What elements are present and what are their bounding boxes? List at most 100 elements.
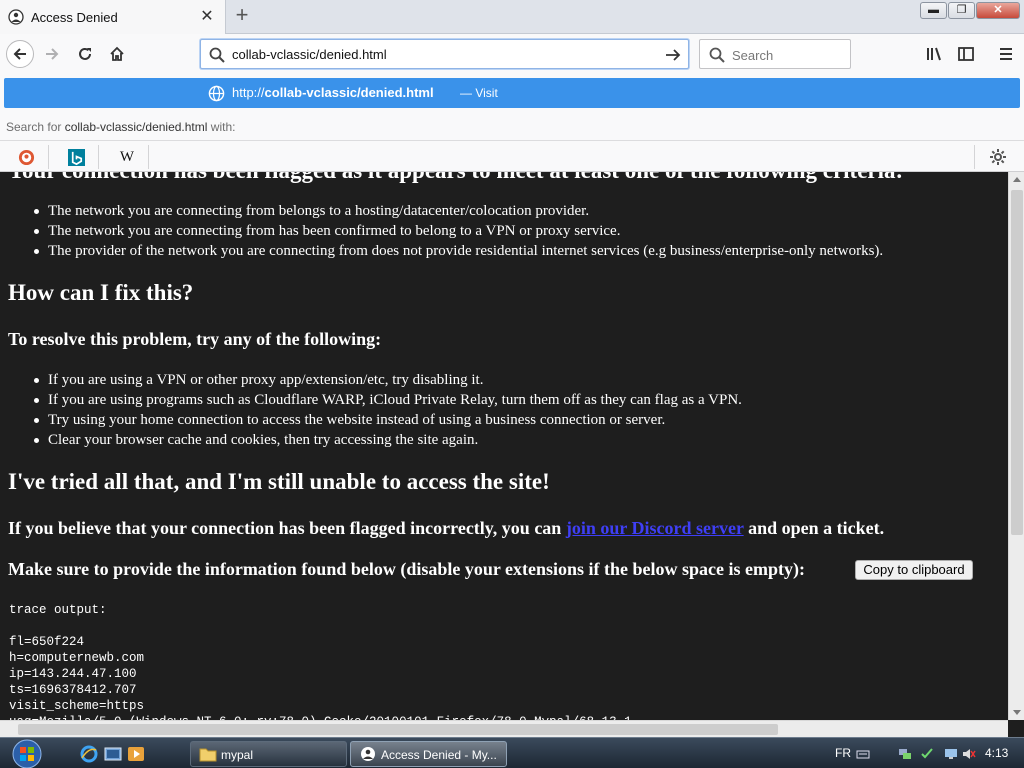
tab-access-denied[interactable]: Access Denied ✕: [0, 0, 226, 34]
tried-heading: I've tried all that, and I'm still unabl…: [8, 469, 550, 494]
minimize-button[interactable]: ▬: [920, 2, 947, 19]
taskbar-item-mypal-folder[interactable]: mypal: [190, 741, 347, 767]
browser-app-icon: [361, 747, 375, 761]
search-for-suffix: with:: [210, 120, 236, 134]
provide-info-text: Make sure to provide the information fou…: [8, 559, 806, 579]
list-item: If you are using a VPN or other proxy ap…: [34, 371, 742, 391]
volume-muted-icon[interactable]: [962, 747, 976, 761]
media-player-icon[interactable]: [127, 745, 145, 763]
windows-taskbar: mypal Access Denied - My... FR 4:13: [0, 737, 1024, 768]
duckduckgo-icon: [18, 149, 34, 165]
fixes-list: If you are using a VPN or other proxy ap…: [34, 371, 742, 451]
visit-label: Visit: [475, 86, 498, 100]
forward-button[interactable]: [38, 40, 66, 68]
maximize-button[interactable]: ❐: [948, 2, 975, 19]
list-item: The provider of the network you are conn…: [33, 242, 883, 262]
gear-icon: [990, 149, 1006, 165]
search-settings-button[interactable]: [988, 147, 1008, 167]
flagged-text-before: If you believe that your connection has …: [8, 518, 566, 538]
search-icon: [709, 47, 725, 63]
new-tab-button[interactable]: +: [230, 4, 254, 28]
suggestion-url: http://collab-vclassic/denied.html: [232, 85, 434, 100]
url-bar[interactable]: collab-vclassic/denied.html: [200, 39, 689, 69]
task-label: Access Denied - My...: [381, 748, 497, 762]
hamburger-menu-icon: [1000, 48, 1012, 60]
engine-divider: [98, 145, 99, 169]
criteria-heading: Your connection has been flagged as it a…: [8, 172, 903, 184]
search-for-label: Search for: [6, 120, 62, 134]
tab-strip: Access Denied ✕ + ▬ ❐ ✕: [0, 0, 1024, 34]
suggestion-url-host: collab-vclassic/denied.html: [264, 85, 434, 100]
flagged-paragraph: If you believe that your connection has …: [8, 518, 884, 539]
language-indicator[interactable]: FR: [835, 746, 851, 760]
scroll-up-arrow-icon[interactable]: [1013, 177, 1021, 182]
folder-icon: [199, 748, 217, 762]
reload-icon: [79, 47, 91, 60]
window-controls: ▬ ❐ ✕: [919, 2, 1020, 20]
home-icon: [110, 46, 124, 61]
windows-start-orb-icon[interactable]: [8, 738, 46, 768]
tab-title: Access Denied: [31, 10, 118, 25]
close-tab-icon[interactable]: ✕: [198, 8, 216, 26]
reload-button[interactable]: [71, 40, 99, 68]
go-arrow-icon[interactable]: [662, 44, 684, 66]
menu-button[interactable]: [994, 42, 1018, 66]
navigation-toolbar: collab-vclassic/denied.html Search: [0, 34, 1024, 74]
sidebar-button[interactable]: [954, 42, 978, 66]
flagged-text-after: and open a ticket.: [743, 518, 885, 538]
vertical-scrollbar[interactable]: [1008, 172, 1024, 720]
show-desktop-icon[interactable]: [104, 745, 122, 763]
suggestion-action: — Visit: [460, 86, 498, 100]
search-placeholder[interactable]: Search: [732, 48, 773, 63]
horizontal-scroll-thumb[interactable]: [18, 724, 778, 735]
suggestion-separator: —: [460, 86, 472, 100]
criteria-list: The network you are connecting from belo…: [33, 202, 883, 262]
duckduckgo-engine-button[interactable]: [16, 147, 36, 167]
bing-engine-button[interactable]: [66, 147, 86, 167]
list-item: The network you are connecting from has …: [33, 222, 883, 242]
resolve-heading: To resolve this problem, try any of the …: [8, 329, 382, 349]
library-button[interactable]: [922, 42, 946, 66]
discord-link[interactable]: join our Discord server: [566, 518, 744, 538]
suggestion-url-prefix: http://: [232, 85, 265, 100]
engine-divider: [48, 145, 49, 169]
internet-explorer-icon[interactable]: [80, 745, 98, 763]
vertical-scroll-thumb[interactable]: [1011, 190, 1023, 535]
search-for-row: Search for collab-vclassic/denied.html w…: [6, 120, 235, 134]
bing-icon: [67, 148, 85, 166]
network-icon[interactable]: [898, 747, 912, 761]
back-button[interactable]: [6, 40, 34, 68]
search-icon: [209, 47, 225, 63]
list-item: Try using your home connection to access…: [34, 411, 742, 431]
close-window-button[interactable]: ✕: [976, 2, 1020, 19]
horizontal-scrollbar[interactable]: [0, 720, 1008, 737]
tab-favicon-icon: [8, 9, 24, 25]
keyboard-icon[interactable]: [856, 747, 870, 761]
security-check-icon[interactable]: [920, 747, 934, 761]
system-clock[interactable]: 4:13: [985, 746, 1008, 760]
monitor-icon[interactable]: [944, 747, 958, 761]
url-suggestion-popup: http://collab-vclassic/denied.html — Vis…: [0, 74, 1024, 172]
search-for-query: collab-vclassic/denied.html: [64, 120, 208, 134]
home-button[interactable]: [103, 40, 131, 68]
engine-divider: [974, 145, 975, 169]
taskbar-item-browser[interactable]: Access Denied - My...: [350, 741, 507, 767]
list-item: If you are using programs such as Cloudf…: [34, 391, 742, 411]
library-icon: [927, 47, 941, 61]
copy-to-clipboard-button[interactable]: Copy to clipboard: [855, 560, 973, 580]
list-item: Clear your browser cache and cookies, th…: [34, 431, 742, 451]
trace-output: trace output: fl=650f224 h=computernewb.…: [9, 603, 632, 720]
search-engine-bar: W: [0, 140, 1024, 172]
back-arrow-icon: [13, 48, 26, 60]
url-input-value[interactable]: collab-vclassic/denied.html: [232, 47, 387, 62]
page-content: Your connection has been flagged as it a…: [0, 172, 1008, 720]
search-bar[interactable]: Search: [699, 39, 851, 69]
list-item: The network you are connecting from belo…: [33, 202, 883, 222]
engine-divider: [148, 145, 149, 169]
wikipedia-engine-button[interactable]: W: [117, 147, 137, 167]
visit-suggestion-row[interactable]: http://collab-vclassic/denied.html — Vis…: [4, 78, 1020, 108]
task-label: mypal: [221, 748, 254, 762]
scroll-down-arrow-icon[interactable]: [1013, 710, 1021, 715]
globe-icon: [208, 85, 225, 102]
fix-heading: How can I fix this?: [8, 280, 194, 305]
